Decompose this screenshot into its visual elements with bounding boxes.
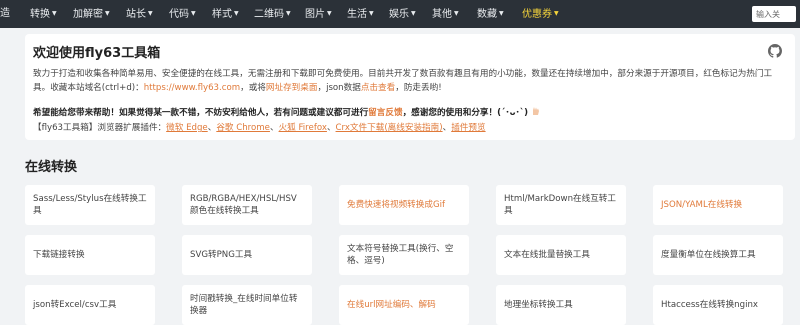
- tool-label: Htaccess在线转换nginx: [661, 300, 758, 310]
- tool-label: json转Excel/csv工具: [33, 300, 117, 310]
- tool-card[interactable]: Html/MarkDown在线互转工具: [496, 185, 626, 225]
- nav-item-webmaster[interactable]: 站长 ▼: [126, 0, 153, 28]
- nav-item-other[interactable]: 其他 ▼: [432, 0, 459, 28]
- tool-label: 度量衡单位在线换算工具: [661, 250, 756, 260]
- tool-card[interactable]: Htaccess在线转换nginx: [653, 285, 783, 325]
- tool-card[interactable]: 文本在线批量替换工具: [496, 235, 626, 275]
- chevron-down-icon: ▼: [148, 10, 153, 17]
- nav-item-image[interactable]: 图片 ▼: [305, 0, 332, 28]
- nav-item-label: 优惠券: [522, 9, 552, 20]
- tool-label: JSON/YAML在线转换: [661, 200, 743, 210]
- nav-item-style[interactable]: 样式 ▼: [212, 0, 239, 28]
- nav-item-collectibles[interactable]: 数藏 ▼: [477, 0, 504, 28]
- welcome-intro: 致力于打造和收集各种简单易用、安全便捷的在线工具，无需注册和下载即可免费使用。目…: [33, 67, 773, 95]
- tool-label: 免费快速将视频转换成Gif: [347, 200, 446, 210]
- nav-item-label: 数藏: [477, 9, 497, 20]
- welcome-card: 欢迎使用fly63工具箱 致力于打造和收集各种简单易用、安全便捷的在线工具，无需…: [25, 34, 795, 140]
- tool-card-hot[interactable]: JSON/YAML在线转换: [653, 185, 783, 225]
- intro-text: ，json数据: [317, 83, 361, 93]
- tool-label: Sass/Less/Stylus在线转换工具: [33, 194, 147, 216]
- crx-download-link[interactable]: Crx文件下载: [336, 123, 385, 133]
- nav-item-label: 站长: [126, 9, 146, 20]
- nav-item-label: 二维码: [254, 9, 284, 20]
- nav-item-label: 代码: [169, 9, 189, 20]
- add-desktop-link[interactable]: 网址存到桌面: [266, 83, 318, 93]
- tool-label: Html/MarkDown在线互转工具: [504, 194, 616, 216]
- tool-card[interactable]: 下载链接转换: [25, 235, 155, 275]
- tool-label: 下载链接转换: [33, 250, 85, 260]
- chevron-down-icon: ▼: [554, 10, 559, 17]
- plugin-firefox-link[interactable]: 火狐 Firefox: [279, 123, 327, 133]
- separator: 、: [442, 123, 452, 133]
- separator: 、: [269, 123, 279, 133]
- intro-text: ，或将: [240, 83, 266, 93]
- offline-guide-link[interactable]: (离线安装指南): [384, 123, 442, 133]
- nav-item-life[interactable]: 生活 ▼: [347, 0, 374, 28]
- thanks-text: 希望能给您带来帮助！如果觉得某一款不错，不妨安利给他人，若有问题或建议都可进行: [33, 108, 369, 118]
- tool-label: 在线url网址编码、解码: [347, 300, 436, 310]
- chevron-down-icon: ▼: [286, 10, 291, 17]
- thanks-text: ，感谢您的使用和分享！(´･ᴗ･`): [402, 108, 529, 118]
- tool-card[interactable]: RGB/RGBA/HEX/HSL/HSV颜色在线转换工具: [182, 185, 312, 225]
- chevron-down-icon: ▼: [191, 10, 196, 17]
- nav-item-label: 娱乐: [389, 9, 409, 20]
- chevron-down-icon: ▼: [234, 10, 239, 17]
- chevron-down-icon: ▼: [105, 10, 110, 17]
- tool-label: RGB/RGBA/HEX/HSL/HSV颜色在线转换工具: [190, 194, 297, 216]
- tool-label: 文本符号替换工具(换行、空格、逗号): [347, 244, 454, 266]
- hand-icon: [533, 107, 540, 115]
- plugin-preview-link[interactable]: 插件预览: [451, 123, 485, 133]
- nav-item-code[interactable]: 代码 ▼: [169, 0, 196, 28]
- tool-label: 地理坐标转换工具: [504, 300, 573, 310]
- nav-item-label: 生活: [347, 9, 367, 20]
- online-view-link[interactable]: 点击查看: [361, 83, 395, 93]
- nav-item-label: 转换: [30, 9, 50, 20]
- section-title: 在线转换: [25, 160, 78, 175]
- chevron-down-icon: ▼: [52, 10, 57, 17]
- welcome-title: 欢迎使用fly63工具箱: [33, 46, 161, 61]
- chevron-down-icon: ▼: [369, 10, 374, 17]
- separator: 、: [326, 123, 336, 133]
- plugin-chrome-link[interactable]: 谷歌 Chrome: [216, 123, 270, 133]
- nav-item-tool[interactable]: 造: [0, 0, 10, 28]
- tool-label: 时间戳转换_在线时间单位转换器: [190, 294, 298, 316]
- tool-card[interactable]: Sass/Less/Stylus在线转换工具: [25, 185, 155, 225]
- tool-card[interactable]: 地理坐标转换工具: [496, 285, 626, 325]
- tool-card[interactable]: json转Excel/csv工具: [25, 285, 155, 325]
- nav-item-coupons[interactable]: 优惠券 ▼: [522, 0, 559, 28]
- welcome-plugins: 【fly63工具箱】浏览器扩展插件：微软 Edge、谷歌 Chrome、火狐 F…: [33, 121, 486, 133]
- nav-item-qrcode[interactable]: 二维码 ▼: [254, 0, 291, 28]
- nav-item-label: 样式: [212, 9, 232, 20]
- feedback-link[interactable]: 留言反馈: [368, 108, 402, 118]
- nav-item-entertainment[interactable]: 娱乐 ▼: [389, 0, 416, 28]
- chevron-down-icon: ▼: [327, 10, 332, 17]
- site-link[interactable]: https://www.fly63.com: [144, 83, 240, 93]
- chevron-down-icon: ▼: [411, 10, 416, 17]
- nav-item-label: 加解密: [73, 9, 103, 20]
- tool-card[interactable]: 度量衡单位在线换算工具: [653, 235, 783, 275]
- search-input[interactable]: [752, 6, 796, 22]
- tool-card[interactable]: 时间戳转换_在线时间单位转换器: [182, 285, 312, 325]
- tool-card-hot[interactable]: 在线url网址编码、解码: [339, 285, 469, 325]
- top-nav: 造 转换 ▼ 加解密 ▼ 站长 ▼ 代码 ▼ 样式 ▼ 二维码 ▼ 图片 ▼ 生活 ▼ 娱乐 ▼ …: [0, 0, 800, 28]
- nav-item-convert[interactable]: 转换 ▼: [30, 0, 57, 28]
- tool-card-hot[interactable]: 免费快速将视频转换成Gif: [339, 185, 469, 225]
- intro-text: ，防走丢哟!: [395, 83, 442, 93]
- github-icon[interactable]: [768, 44, 782, 58]
- tool-card[interactable]: 文本符号替换工具(换行、空格、逗号): [339, 235, 469, 275]
- welcome-thanks: 希望能给您带来帮助！如果觉得某一款不错，不妨安利给他人，若有问题或建议都可进行留…: [33, 106, 540, 118]
- nav-item-crypto[interactable]: 加解密 ▼: [73, 0, 110, 28]
- chevron-down-icon: ▼: [454, 10, 459, 17]
- nav-item-label: 造: [0, 8, 10, 19]
- tool-label: 文本在线批量替换工具: [504, 250, 590, 260]
- tool-label: SVG转PNG工具: [190, 250, 253, 260]
- tool-card[interactable]: SVG转PNG工具: [182, 235, 312, 275]
- plugins-prefix: 【fly63工具箱】浏览器扩展插件：: [33, 123, 167, 133]
- nav-item-label: 图片: [305, 9, 325, 20]
- plugin-edge-link[interactable]: 微软 Edge: [166, 123, 208, 133]
- chevron-down-icon: ▼: [499, 10, 504, 17]
- nav-item-label: 其他: [432, 9, 452, 20]
